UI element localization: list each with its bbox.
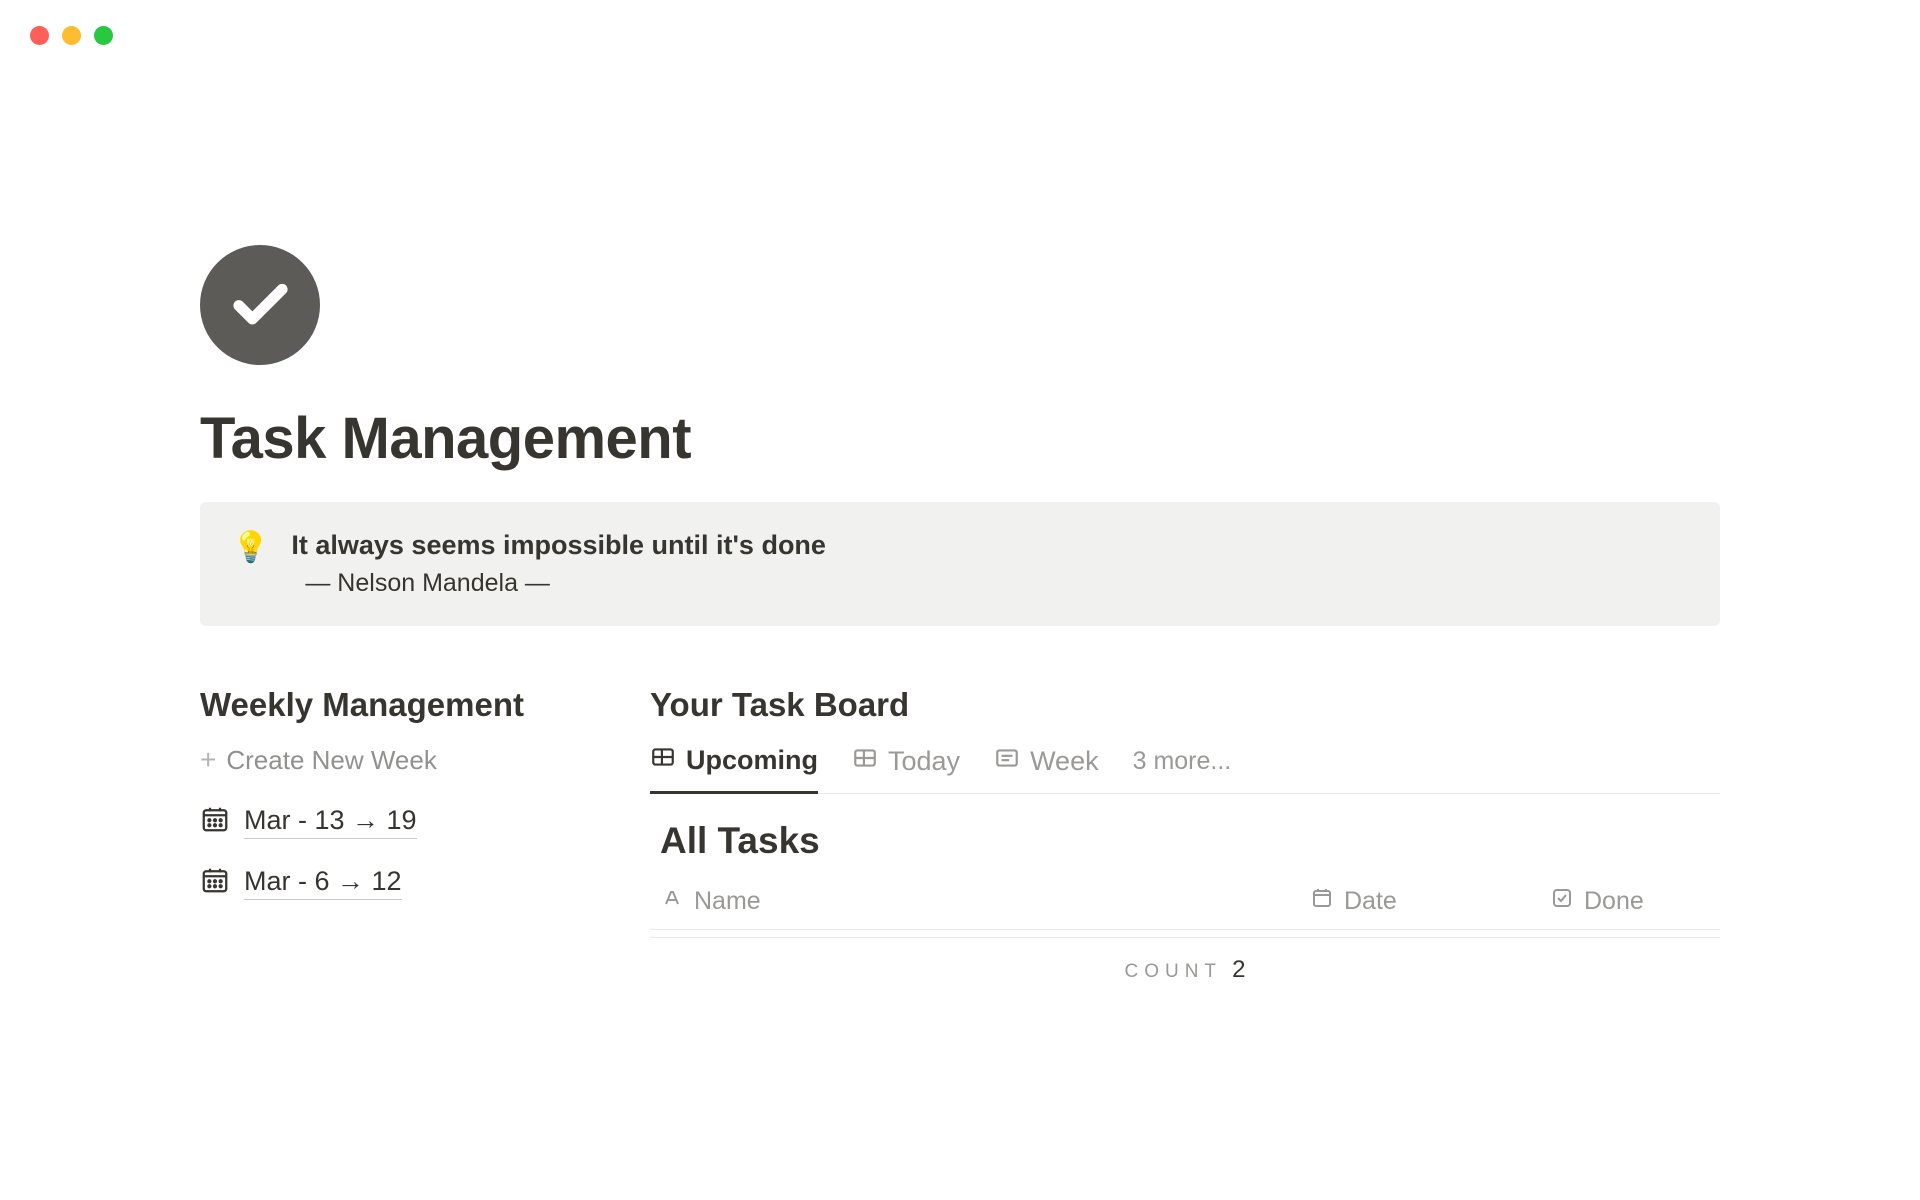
create-new-week-button[interactable]: + Create New Week bbox=[200, 744, 590, 776]
callout-quote: It always seems impossible until it's do… bbox=[291, 530, 1688, 561]
view-tabs: Upcoming Today bbox=[650, 744, 1720, 794]
window-minimize-button[interactable] bbox=[62, 26, 81, 45]
create-week-label: Create New Week bbox=[226, 745, 437, 776]
column-name[interactable]: Name bbox=[660, 886, 1310, 917]
task-board-column: Your Task Board Upcoming bbox=[650, 686, 1720, 984]
week-label: Mar - 6 → 12 bbox=[244, 866, 402, 900]
page-title[interactable]: Task Management bbox=[200, 405, 1720, 472]
count-row: COUNT 2 bbox=[650, 938, 1720, 984]
page-content: Task Management 💡 It always seems imposs… bbox=[0, 45, 1920, 984]
callout-content: It always seems impossible until it's do… bbox=[291, 530, 1688, 598]
lightbulb-icon: 💡 bbox=[232, 533, 269, 563]
weekly-heading: Weekly Management bbox=[200, 686, 590, 724]
plus-icon: + bbox=[200, 744, 216, 776]
calendar-icon bbox=[200, 804, 230, 839]
calendar-icon bbox=[1310, 886, 1334, 917]
view-title: All Tasks bbox=[650, 820, 1720, 862]
count-value: 2 bbox=[1232, 956, 1245, 983]
table-header: Name Date bbox=[650, 886, 1720, 930]
checkbox-icon bbox=[1550, 886, 1574, 917]
board-heading: Your Task Board bbox=[650, 686, 1720, 724]
window-maximize-button[interactable] bbox=[94, 26, 113, 45]
count-label: COUNT bbox=[1124, 961, 1222, 982]
tab-label: Today bbox=[888, 746, 960, 777]
tab-label: Week bbox=[1030, 746, 1099, 777]
tab-today[interactable]: Today bbox=[852, 745, 960, 792]
callout-author: — Nelson Mandela — bbox=[291, 569, 1688, 598]
tabs-more-button[interactable]: 3 more... bbox=[1133, 747, 1232, 790]
column-label: Name bbox=[694, 887, 761, 916]
column-label: Date bbox=[1344, 887, 1397, 916]
column-done[interactable]: Done bbox=[1550, 886, 1710, 917]
calendar-icon bbox=[200, 865, 230, 900]
table-icon bbox=[650, 744, 676, 777]
weekly-management-column: Weekly Management + Create New Week bbox=[200, 686, 590, 984]
checkmark-icon bbox=[228, 273, 293, 338]
tab-label: Upcoming bbox=[686, 745, 818, 776]
window-controls bbox=[0, 0, 1920, 45]
page-icon-checkmark[interactable] bbox=[200, 245, 320, 365]
week-item[interactable]: Mar - 6 → 12 bbox=[200, 865, 590, 900]
column-date[interactable]: Date bbox=[1310, 886, 1550, 917]
week-item[interactable]: Mar - 13 → 19 bbox=[200, 804, 590, 839]
column-label: Done bbox=[1584, 887, 1644, 916]
tab-week[interactable]: Week bbox=[994, 745, 1099, 792]
tab-upcoming[interactable]: Upcoming bbox=[650, 744, 818, 794]
table-icon bbox=[852, 745, 878, 778]
two-column-layout: Weekly Management + Create New Week bbox=[200, 686, 1720, 984]
table-body[interactable] bbox=[650, 930, 1720, 938]
callout-block[interactable]: 💡 It always seems impossible until it's … bbox=[200, 502, 1720, 626]
list-icon bbox=[994, 745, 1020, 778]
week-label: Mar - 13 → 19 bbox=[244, 805, 417, 839]
window-close-button[interactable] bbox=[30, 26, 49, 45]
text-icon bbox=[660, 886, 684, 917]
